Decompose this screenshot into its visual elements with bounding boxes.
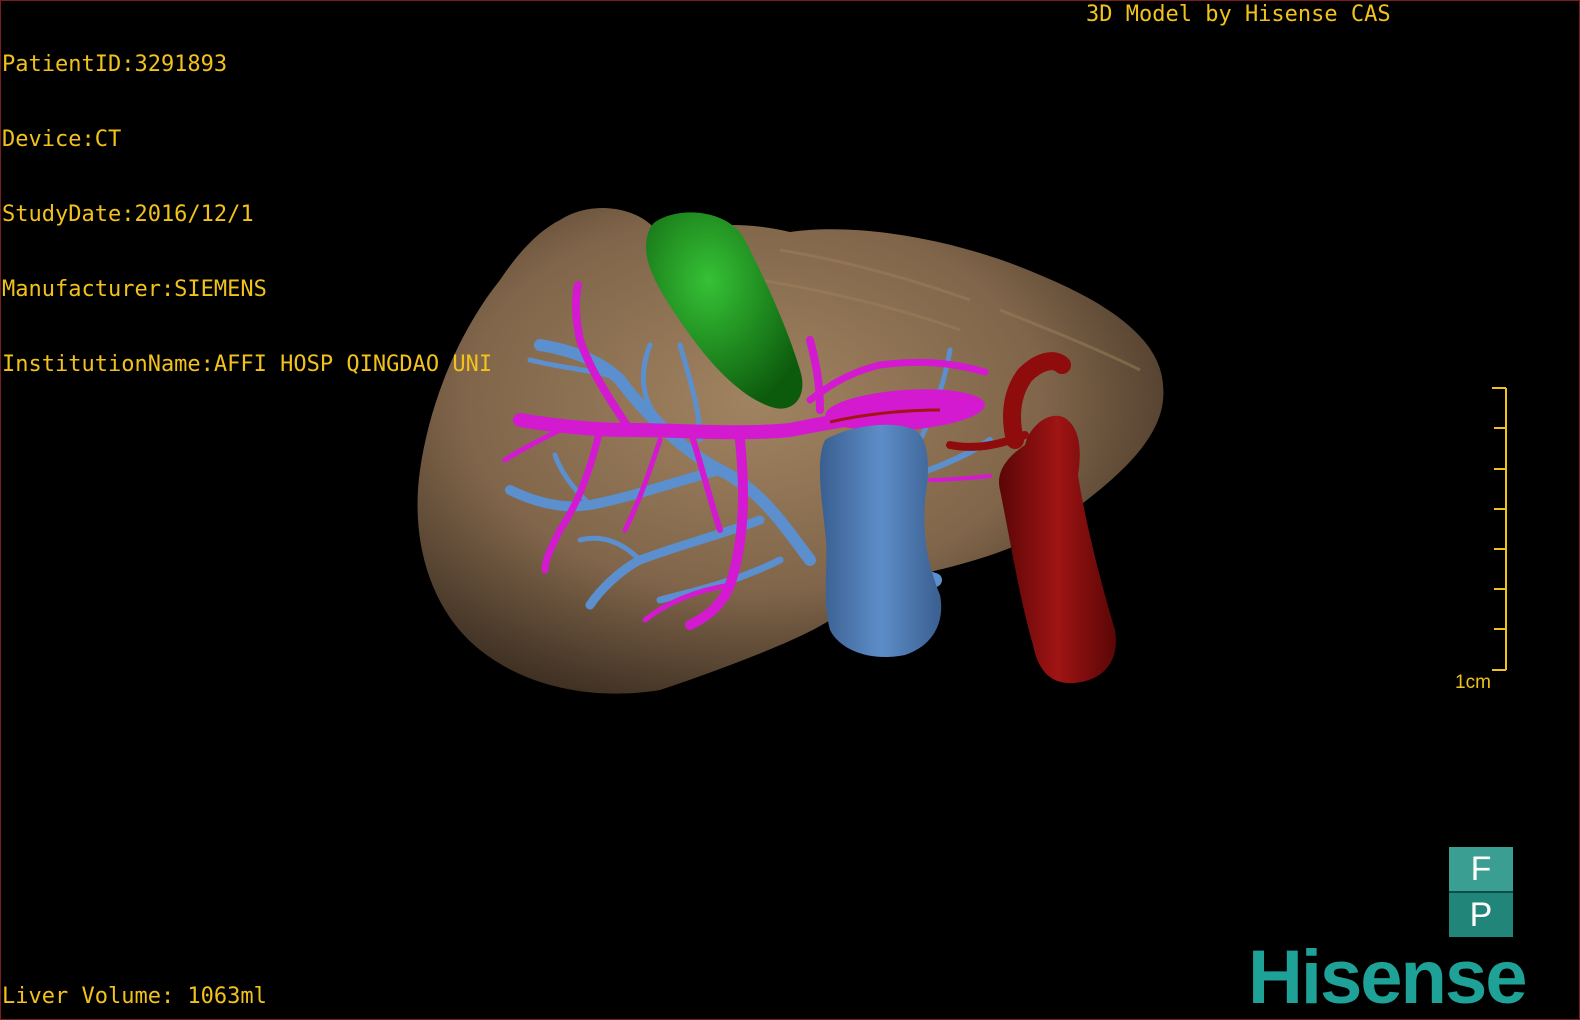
orientation-posterior-letter: P: [1449, 893, 1513, 937]
device: Device:CT: [2, 127, 122, 152]
study-date: StudyDate:2016/12/1: [2, 202, 254, 227]
patient-id: PatientID:3291893: [2, 52, 228, 77]
model-brand-title: 3D Model by Hisense CAS: [1086, 2, 1391, 27]
orientation-front-letter: F: [1449, 847, 1513, 891]
scale-bar-icon: [1492, 387, 1507, 671]
inferior-vena-cava[interactable]: [819, 424, 942, 658]
scale-bar-label: 1cm: [1455, 672, 1491, 693]
manufacturer: Manufacturer:SIEMENS: [2, 277, 267, 302]
institution-name: InstitutionName:AFFI HOSP QINGDAO UNI: [2, 352, 493, 377]
liver-volume-readout: Liver Volume: 1063ml: [2, 984, 267, 1009]
hisense-logo: Hisense: [1248, 935, 1527, 1020]
patient-info-overlay: PatientID:3291893 Device:CT StudyDate:20…: [2, 2, 492, 402]
fp-orientation-icon[interactable]: F P: [1449, 847, 1513, 937]
